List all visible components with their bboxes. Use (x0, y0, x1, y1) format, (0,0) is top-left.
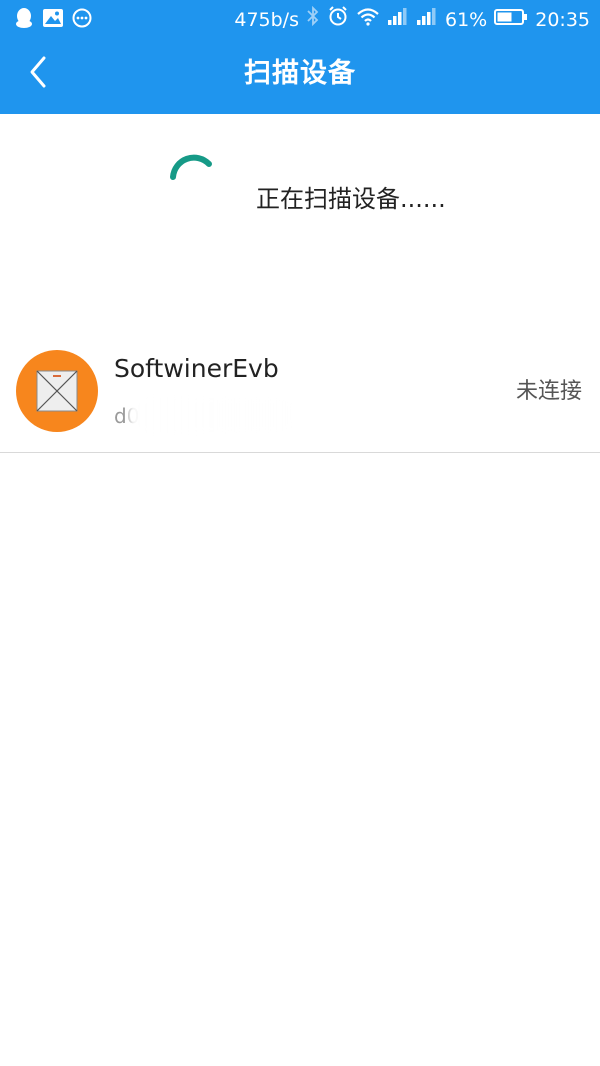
device-list-item[interactable]: SoftwinerEvb d0 未连接 (0, 340, 600, 453)
status-bar: 475b/s 61% 20:35 (0, 0, 600, 40)
scan-status-text: 正在扫描设备...... (256, 185, 446, 213)
signal-icon (387, 6, 409, 34)
chat-icon (72, 8, 92, 32)
connection-status: 未连接 (515, 379, 582, 404)
device-icon (36, 370, 78, 412)
status-bar-left (14, 8, 92, 32)
alarm-icon (327, 5, 349, 35)
status-bar-right: 475b/s 61% 20:35 (234, 5, 590, 35)
bluetooth-icon (306, 5, 320, 34)
device-avatar (16, 350, 98, 432)
device-name: SoftwinerEvb (114, 354, 279, 383)
signal-icon (416, 6, 438, 34)
battery-icon (494, 6, 528, 34)
page-title: 扫描设备 (244, 58, 356, 89)
header: 475b/s 61% 20:35 扫描设备 (0, 0, 600, 114)
clock-time: 20:35 (535, 9, 590, 31)
network-speed: 475b/s (234, 9, 299, 31)
nav-bar: 扫描设备 (0, 40, 600, 114)
qq-icon (14, 7, 34, 33)
gallery-icon (42, 8, 64, 32)
wifi-icon (356, 6, 380, 34)
loading-spinner-icon (160, 150, 224, 214)
redaction-smudge (128, 398, 298, 432)
battery-percent: 61% (445, 9, 488, 31)
